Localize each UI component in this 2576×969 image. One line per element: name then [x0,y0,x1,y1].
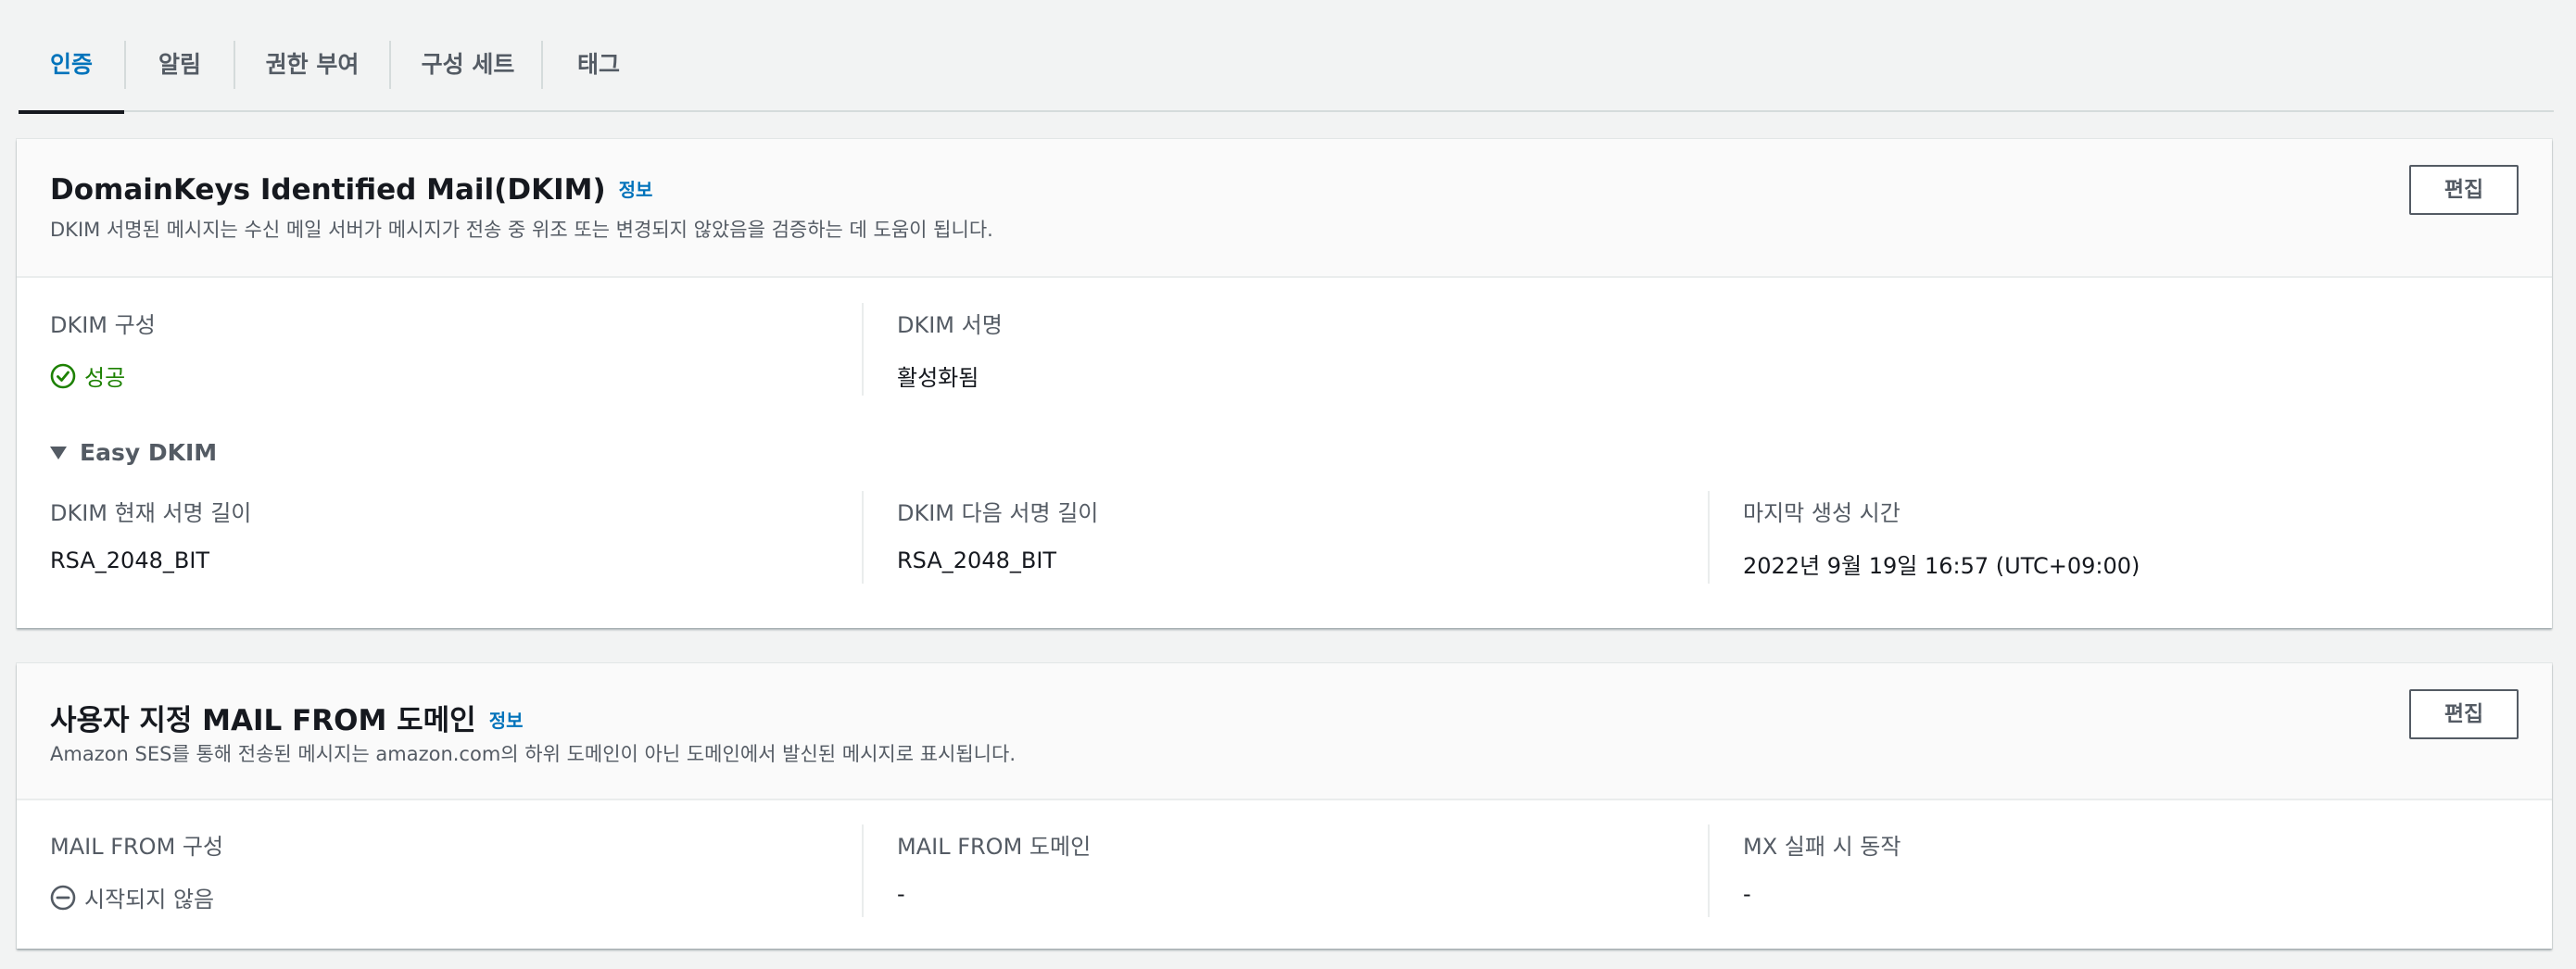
dkim-panel-header: DomainKeys Identified Mail(DKIM) 정보 DKIM … [17,139,2552,278]
mail-from-configuration-status: 시작되지 않음 [84,887,215,912]
dkim-configuration-status: 성공 [84,365,126,391]
page: 인증 알림 권한 부여 구성 세트 태그 DomainKeys Identifi… [0,0,2576,969]
mx-failure-behavior: MX 실패 시 동작 - [1708,824,2523,917]
tab-notifications[interactable]: 알림 [126,0,234,112]
easy-dkim-expander[interactable]: Easy DKIM [50,439,217,466]
mail-from-edit-button[interactable]: 편집 [2409,689,2519,739]
mail-from-info-link[interactable]: 정보 [489,710,524,732]
dkim-last-generated: 마지막 생성 시간 2022년 9월 19일 16:57 (UTC+09:00) [1708,491,2523,584]
dkim-next-length-label: DKIM 다음 서명 길이 [897,500,1099,526]
dkim-next-length: DKIM 다음 서명 길이 RSA_2048_BIT [862,491,1709,584]
easy-dkim-label: Easy DKIM [80,439,218,466]
tab-authentication[interactable]: 인증 [19,0,124,114]
mx-failure-value: - [1743,881,1751,907]
tab-tags[interactable]: 태그 [543,0,654,112]
dkim-signing-label: DKIM 서명 [897,312,1003,338]
mail-from-configuration-value: 시작되지 않음 [50,881,863,913]
mail-from-domain: MAIL FROM 도메인 - [862,824,1709,917]
dkim-current-length-label: DKIM 현재 서명 길이 [50,500,252,526]
tab-configuration-sets[interactable]: 구성 세트 [391,0,545,112]
dkim-current-length-value: RSA_2048_BIT [50,547,210,573]
dkim-panel: DomainKeys Identified Mail(DKIM) 정보 DKIM … [17,139,2552,628]
caret-down-icon [50,446,67,459]
dkim-edit-button[interactable]: 편집 [2409,165,2519,215]
dkim-configuration-label: DKIM 구성 [50,312,156,338]
mail-from-domain-value: - [897,881,905,907]
dkim-signing-value: 활성화됨 [897,365,979,391]
dkim-title-text: DomainKeys Identified Mail(DKIM) [50,173,606,207]
tab-authorization[interactable]: 권한 부여 [235,0,389,112]
mail-from-panel-title: 사용자 지정 MAIL FROM 도메인 정보 [50,697,524,738]
dkim-panel-title: DomainKeys Identified Mail(DKIM) 정보 [50,173,652,207]
dkim-last-generated-label: 마지막 생성 시간 [1743,500,1900,526]
dkim-description: DKIM 서명된 메시지는 수신 메일 서버가 메시지가 전송 중 위조 또는 … [50,219,993,241]
mail-from-domain-label: MAIL FROM 도메인 [897,834,1092,860]
mail-from-description: Amazon SES를 통해 전송된 메시지는 amazon.com의 하위 도… [50,743,1016,765]
mx-failure-label: MX 실패 시 동작 [1743,834,1901,860]
mail-from-panel: 사용자 지정 MAIL FROM 도메인 정보 Amazon SES를 통해 전송… [17,663,2552,949]
dkim-next-length-value: RSA_2048_BIT [897,547,1057,573]
mail-from-configuration: MAIL FROM 구성 시작되지 않음 [50,828,863,913]
mail-from-title-text: 사용자 지정 MAIL FROM 도메인 [50,704,476,737]
check-circle-icon [50,363,76,388]
minus-circle-icon [50,885,76,910]
dkim-last-generated-value: 2022년 9월 19일 16:57 (UTC+09:00) [1743,553,2140,579]
dkim-info-link[interactable]: 정보 [619,179,653,201]
dkim-configuration-value: 성공 [50,359,863,392]
mail-from-configuration-label: MAIL FROM 구성 [50,834,224,860]
mail-from-panel-header: 사용자 지정 MAIL FROM 도메인 정보 Amazon SES를 통해 전송… [17,663,2552,800]
dkim-current-length: DKIM 현재 서명 길이 RSA_2048_BIT [50,495,863,573]
dkim-configuration: DKIM 구성 성공 [50,307,863,392]
tab-bar: 인증 알림 권한 부여 구성 세트 태그 [19,0,2554,114]
dkim-signing: DKIM 서명 활성화됨 [862,303,1696,396]
